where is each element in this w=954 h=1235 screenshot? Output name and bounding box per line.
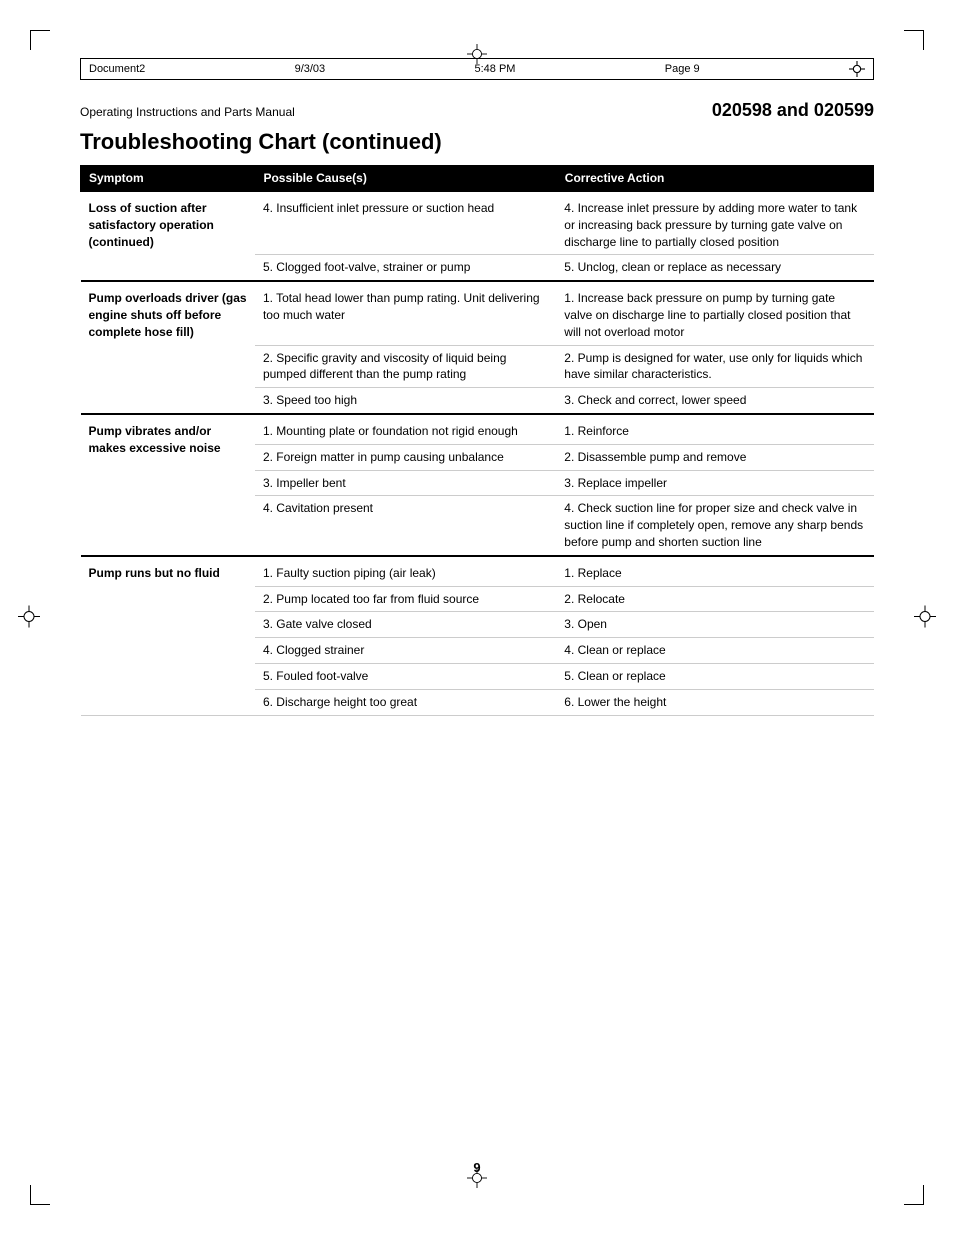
crosshair-bottom-icon — [467, 1168, 487, 1191]
symptom-cell: Pump runs but no fluid — [81, 556, 255, 715]
action-cell: 4. Clean or replace — [556, 638, 873, 664]
corner-mark-bl — [30, 1185, 50, 1205]
table-row: Pump overloads driver (gas engine shuts … — [81, 281, 874, 345]
doc-filename: Document2 — [89, 63, 145, 75]
table-header-row: Symptom Possible Cause(s) Corrective Act… — [81, 166, 874, 192]
symptom-cell: Pump overloads driver (gas engine shuts … — [81, 281, 255, 414]
page-wrapper: Document2 9/3/03 5:48 PM Page 9 Operatin… — [0, 0, 954, 1235]
troubleshoot-table: Symptom Possible Cause(s) Corrective Act… — [80, 165, 874, 716]
cause-cell: 5. Fouled foot-valve — [255, 663, 556, 689]
action-cell: 2. Pump is designed for water, use only … — [556, 345, 873, 388]
action-cell: 3. Open — [556, 612, 873, 638]
cause-cell: 4. Insufficient inlet pressure or suctio… — [255, 191, 556, 255]
cause-cell: 3. Gate valve closed — [255, 612, 556, 638]
document-number: 020598 and 020599 — [712, 100, 874, 121]
action-cell: 6. Lower the height — [556, 689, 873, 715]
section-title: Troubleshooting Chart (continued) — [80, 129, 874, 155]
action-cell: 4. Increase inlet pressure by adding mor… — [556, 191, 873, 255]
page-header: Operating Instructions and Parts Manual … — [80, 100, 874, 121]
cause-cell: 6. Discharge height too great — [255, 689, 556, 715]
corner-mark-br — [904, 1185, 924, 1205]
cause-cell: 3. Impeller bent — [255, 470, 556, 496]
cause-cell: 1. Faulty suction piping (air leak) — [255, 556, 556, 586]
cause-cell: 2. Pump located too far from fluid sourc… — [255, 586, 556, 612]
cause-cell: 2. Foreign matter in pump causing unbala… — [255, 444, 556, 470]
doc-page: Page 9 — [665, 63, 700, 75]
cause-cell: 2. Specific gravity and viscosity of liq… — [255, 345, 556, 388]
action-cell: 1. Reinforce — [556, 414, 873, 444]
action-cell: 2. Relocate — [556, 586, 873, 612]
symptom-cell: Pump vibrates and/or makes excessive noi… — [81, 414, 255, 556]
cause-cell: 4. Cavitation present — [255, 496, 556, 556]
cause-cell: 3. Speed too high — [255, 388, 556, 414]
action-cell: 4. Check suction line for proper size an… — [556, 496, 873, 556]
corner-mark-tr — [904, 30, 924, 50]
cause-cell: 1. Mounting plate or foundation not rigi… — [255, 414, 556, 444]
col-header-action: Corrective Action — [556, 166, 873, 192]
doc-time: 5:48 PM — [474, 63, 515, 75]
doc-crosshair-icon — [849, 61, 865, 77]
action-cell: 5. Unclog, clean or replace as necessary — [556, 255, 873, 281]
cause-cell: 4. Clogged strainer — [255, 638, 556, 664]
action-cell: 2. Disassemble pump and remove — [556, 444, 873, 470]
col-header-symptom: Symptom — [81, 166, 255, 192]
doc-date: 9/3/03 — [295, 63, 326, 75]
action-cell: 1. Increase back pressure on pump by tur… — [556, 281, 873, 345]
doc-info-bar: Document2 9/3/03 5:48 PM Page 9 — [80, 58, 874, 80]
corner-mark-tl — [30, 30, 50, 50]
action-cell: 3. Check and correct, lower speed — [556, 388, 873, 414]
cause-cell: 1. Total head lower than pump rating. Un… — [255, 281, 556, 345]
action-cell: 1. Replace — [556, 556, 873, 586]
cause-cell: 5. Clogged foot-valve, strainer or pump — [255, 255, 556, 281]
symptom-cell: Loss of suction after satisfactory opera… — [81, 191, 255, 281]
manual-title: Operating Instructions and Parts Manual — [80, 105, 295, 119]
action-cell: 5. Clean or replace — [556, 663, 873, 689]
table-row: Pump vibrates and/or makes excessive noi… — [81, 414, 874, 444]
main-content: Operating Instructions and Parts Manual … — [80, 100, 874, 716]
crosshair-left-icon — [18, 605, 40, 630]
action-cell: 3. Replace impeller — [556, 470, 873, 496]
col-header-cause: Possible Cause(s) — [255, 166, 556, 192]
table-row: Pump runs but no fluid1. Faulty suction … — [81, 556, 874, 586]
table-row: Loss of suction after satisfactory opera… — [81, 191, 874, 255]
crosshair-right-icon — [914, 605, 936, 630]
